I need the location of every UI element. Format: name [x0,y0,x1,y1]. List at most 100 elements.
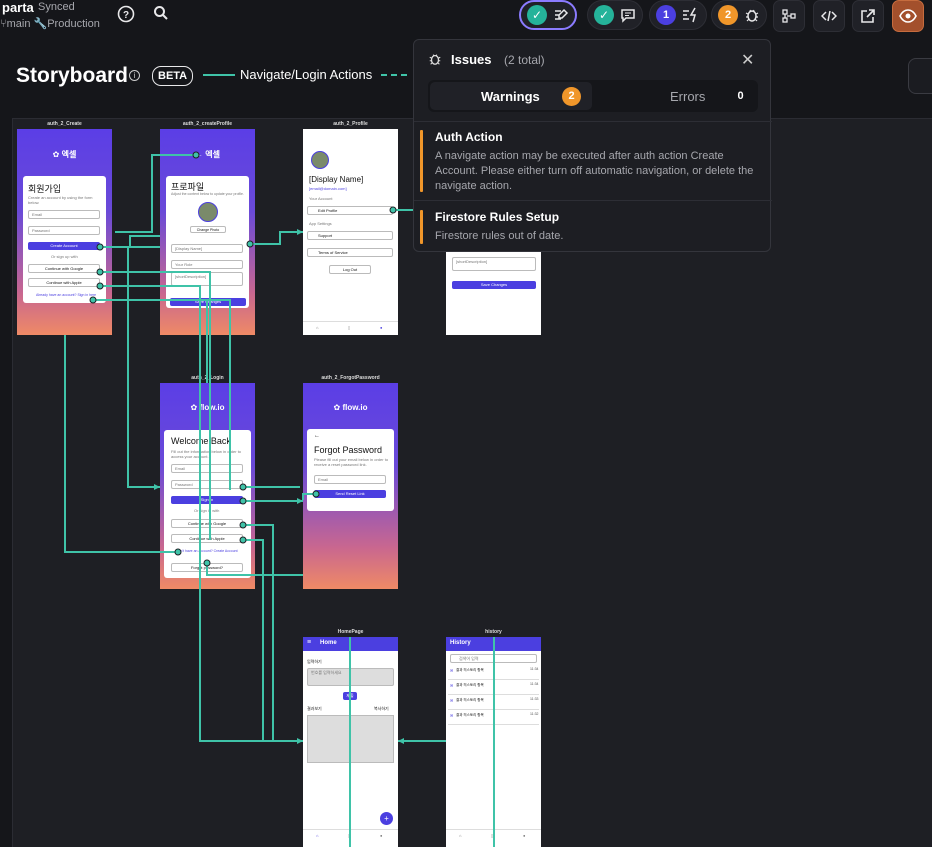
email-field[interactable]: Email [28,210,100,219]
environment-icon: 🔧 [33,18,48,30]
email-field[interactable]: Email [314,475,386,484]
password-field[interactable]: Password [28,226,100,235]
issues-title: Issues [451,52,492,67]
profile-nav-icon[interactable]: ● [523,833,525,838]
profile-nav-icon[interactable]: ● [380,833,382,838]
app-logo: ✿ flow.io [190,403,225,412]
phone-nav-icon[interactable]: ▯ [491,833,493,838]
bug-icon [745,9,759,22]
send-reset-link-button[interactable]: Send Reset Link [314,490,386,498]
screen-auth-create[interactable]: ✿ 엑셀 회원가입 Create an account by using the… [17,129,112,335]
save-changes-button[interactable]: Save Changes [170,298,246,306]
check-icon: ✓ [594,5,614,25]
menu-icon[interactable]: ≡ [307,639,311,646]
project-name[interactable]: parta [2,0,34,15]
description-field[interactable]: [shortDescription] [171,272,243,286]
display-name-field[interactable]: [Display Name] [171,244,243,253]
forgot-password-button[interactable]: Forgot password? [171,563,243,572]
search-icon[interactable] [151,5,171,25]
submit-button[interactable]: 제출 [343,692,357,700]
home-nav-icon[interactable]: ⌂ [316,833,318,838]
screen-homepage[interactable]: ≡ Home 입력하기 번호를 입력하세요 제출 결과보기 복사하기 + ⌂ ▯… [303,637,398,847]
google-button[interactable]: Continue with Google [28,264,100,273]
flow-edit-icon [555,8,569,20]
history-row[interactable]: ✉ 결과 히스토리 항목 11:34 [448,680,539,695]
input-label: 입력하기 [307,659,322,664]
screen-label-create-profile: auth_2_createProfile [182,121,233,127]
history-row[interactable]: ✉ 결과 히스토리 항목 11:33 [448,695,539,710]
top-bar: parta Synced ⑂main 🔧Production ? ✓ ✓ 1 2 [0,0,932,34]
open-external-button[interactable] [852,0,884,32]
google-button[interactable]: Continue with Google [171,519,243,528]
check-icon: ✓ [527,5,547,25]
profile-card: 프로파일 Adjust the content below to update … [166,176,249,308]
home-nav-icon[interactable]: ⌂ [459,833,461,838]
email-field[interactable]: Email [171,464,243,473]
avatar[interactable] [198,202,218,222]
legend-navigate-label: Navigate/Login Actions [240,67,373,82]
issue-item[interactable]: Auth Action A navigate action may be exe… [420,130,764,192]
comments-pill[interactable]: ✓ [587,0,643,30]
apple-button[interactable]: Continue with Apple [171,534,243,543]
history-time: 11:34 [530,682,539,686]
code-view-button[interactable] [813,0,845,32]
description-field[interactable]: [shortDescription] [452,257,536,271]
nav-divider [303,829,398,830]
terms-row[interactable]: Terms of Service [307,248,393,257]
beta-badge: BETA [152,66,194,86]
support-row[interactable]: Support [307,231,393,240]
mail-icon: ✉ [450,698,454,703]
logout-button[interactable]: Log Out [329,265,371,274]
password-field[interactable]: Password [171,480,243,489]
history-row[interactable]: ✉ 결과 히스토리 항목 11:34 [448,665,539,680]
branch-info[interactable]: ⑂main 🔧Production [0,17,100,30]
back-arrow-icon[interactable]: ← [314,433,320,439]
screen-history[interactable]: History 검색어 입력 ✉ 결과 히스토리 항목 11:34 ✉ 결과 히스토리 … [446,637,541,847]
preview-button[interactable] [892,0,924,32]
signin-link[interactable]: Already have an account? Sign in here [36,293,96,298]
forgot-heading: Forgot Password [314,445,383,455]
help-circle-icon[interactable]: ? [116,5,136,25]
create-account-link[interactable]: Don't have an account? Create Account [176,549,238,554]
history-row[interactable]: ✉ 결과 히스토리 항목 11:32 [448,710,539,725]
add-fab[interactable]: + [380,812,393,825]
app-bar-title: Home [320,640,337,646]
create-account-button[interactable]: Create Account [28,242,100,250]
mail-icon: ✉ [450,668,454,673]
screen-profile[interactable]: [Display Name] [email@domain.com] Your A… [303,129,398,335]
edit-profile-row[interactable]: Edit Profile [307,206,393,215]
apple-button[interactable]: Continue with Apple [28,278,100,287]
phone-nav-icon[interactable]: ▯ [348,833,350,838]
warning-count-badge: 1 [656,5,676,25]
issue-item[interactable]: Firestore Rules Setup Firestore rules ou… [420,210,764,244]
branch-diagram-button[interactable] [773,0,805,32]
save-changes-button[interactable]: Save Changes [452,281,536,289]
home-nav-icon[interactable]: ⌂ [316,325,318,330]
signin-button[interactable]: Sign In [171,496,243,504]
screen-edit-profile[interactable]: [shortDescription] Save Changes [446,250,541,335]
tab-warnings[interactable]: Warnings 2 [430,82,592,110]
app-settings-label: App Settings [309,221,332,226]
history-search-input[interactable]: 검색어 입력 [450,654,537,663]
warnings-count-badge: 2 [562,87,581,106]
info-icon[interactable]: i [129,70,140,81]
role-dropdown[interactable]: Your Role [171,260,243,269]
number-input[interactable]: 번호를 입력하세요 [307,668,394,686]
tab-errors[interactable]: Errors 0 [594,82,756,110]
issues-pill[interactable]: 2 [711,0,767,30]
screen-login[interactable]: ✿ flow.io Welcome Back Fill out the info… [160,383,255,589]
change-photo-button[interactable]: Change Photo [190,226,226,233]
back-arrow-icon: ← [195,150,204,159]
profile-nav-icon[interactable]: ● [380,325,382,330]
phone-nav-icon[interactable]: ▯ [348,325,350,330]
close-icon[interactable]: ✕ [741,50,754,70]
screen-create-profile[interactable]: ← 엑셀 프로파일 Adjust the content below to up… [160,129,255,335]
copy-label[interactable]: 복사하기 [374,706,389,711]
issue-description: A navigate action may be executed after … [435,150,754,192]
screen-forgot-password[interactable]: ✿ flow.io ← Forgot Password Please fill … [303,383,398,589]
actions-warnings-pill[interactable]: 1 [649,0,707,30]
canvas-control-button[interactable] [908,58,932,94]
storyboard-mode-pill[interactable]: ✓ [519,0,577,30]
branch-icon: ⑂ [0,18,7,30]
external-link-icon [861,9,875,23]
